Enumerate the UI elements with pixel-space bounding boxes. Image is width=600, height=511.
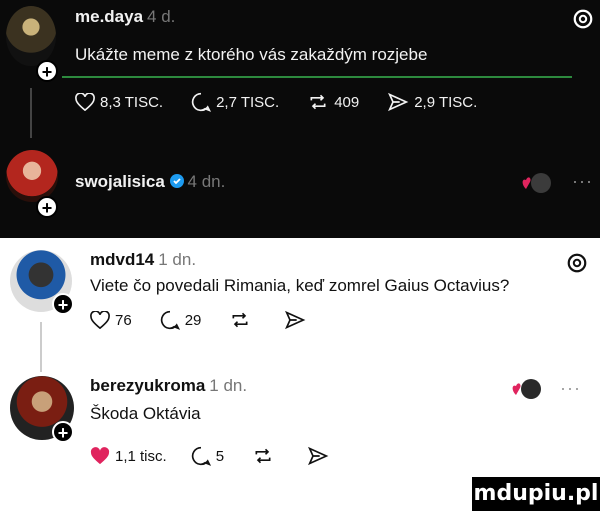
- username-text: berezyukroma: [90, 376, 206, 395]
- username-text: swojalisica: [75, 172, 165, 191]
- follow-plus-icon[interactable]: +: [36, 60, 58, 82]
- avatar[interactable]: [6, 150, 58, 202]
- username[interactable]: swojalisica 4 dn.: [75, 172, 225, 192]
- like-button[interactable]: 8,3 TISC.: [75, 93, 163, 111]
- threads-logo-icon[interactable]: [572, 8, 594, 30]
- repost-button[interactable]: 409: [307, 92, 359, 112]
- repost-button[interactable]: [229, 310, 256, 330]
- share-icon: [285, 310, 306, 330]
- thread-line: [30, 88, 32, 138]
- like-count: 1,1 tisc.: [115, 447, 167, 465]
- heart-filled-icon: [90, 447, 110, 465]
- share-button[interactable]: [284, 310, 311, 330]
- timestamp: 1 dn.: [158, 250, 197, 269]
- share-icon: [388, 92, 409, 112]
- comment-icon: [191, 92, 212, 112]
- timestamp: 4 dn.: [187, 172, 226, 191]
- comment-icon: [191, 446, 211, 466]
- more-icon[interactable]: ···: [572, 171, 593, 192]
- post-text: Ukážte meme z ktorého vás zakaždým rozje…: [75, 45, 428, 64]
- repost-button[interactable]: [252, 446, 279, 466]
- follow-plus-icon[interactable]: +: [52, 421, 74, 443]
- reply-count: 5: [215, 447, 225, 465]
- dark-thread-section: + me.daya 4 d. Ukážte meme z ktorého vás …: [0, 0, 600, 238]
- like-count: 76: [115, 311, 132, 329]
- liked-by-avatar-icon: [512, 379, 541, 399]
- watermark: mdupiu.pl: [472, 477, 600, 511]
- more-icon[interactable]: ···: [560, 378, 581, 399]
- username-text: me.daya: [75, 7, 144, 26]
- like-button[interactable]: 1,1 tisc.: [90, 447, 167, 465]
- reply-button[interactable]: 5: [191, 446, 224, 466]
- reply-count: 2,7 TISC.: [216, 93, 280, 111]
- post-text: Škoda Oktávia: [90, 404, 201, 423]
- divider: [62, 76, 572, 78]
- avatar[interactable]: [6, 6, 56, 66]
- verified-icon: [169, 174, 184, 188]
- share-count: 2,9 TISC.: [414, 93, 478, 111]
- share-button[interactable]: [307, 446, 334, 466]
- heart-icon: [90, 311, 110, 329]
- repost-icon: [255, 448, 271, 464]
- reply-count: 29: [184, 311, 202, 329]
- post-text: Viete čo povedali Rimania, keď zomrel Ga…: [90, 276, 510, 295]
- timestamp: 1 dn.: [209, 376, 248, 395]
- repost-icon: [232, 312, 248, 328]
- username[interactable]: mdvd14 1 dn.: [90, 250, 196, 270]
- post-stats: 76 29: [90, 310, 339, 330]
- post-stats: 8,3 TISC. 2,7 TISC. 409 2,9 TISC.: [75, 92, 505, 112]
- light-thread-section: + mdvd14 1 dn. Viete čo povedali Rimania,…: [0, 238, 600, 511]
- share-icon: [308, 446, 329, 466]
- timestamp: 4 d.: [147, 7, 176, 26]
- heart-icon: [75, 93, 95, 111]
- repost-count: 409: [334, 93, 360, 111]
- username-text: mdvd14: [90, 250, 155, 269]
- share-button[interactable]: 2,9 TISC.: [387, 92, 477, 112]
- comment-icon: [160, 310, 180, 330]
- follow-plus-icon[interactable]: +: [36, 196, 58, 218]
- follow-plus-icon[interactable]: +: [52, 293, 74, 315]
- username[interactable]: me.daya 4 d.: [75, 7, 175, 27]
- post-stats: 1,1 tisc. 5: [90, 446, 362, 466]
- like-button[interactable]: 76: [90, 311, 132, 329]
- threads-logo-icon[interactable]: [566, 252, 588, 274]
- reply-button[interactable]: 29: [160, 310, 202, 330]
- like-count: 8,3 TISC.: [100, 93, 164, 111]
- reply-button[interactable]: 2,7 TISC.: [191, 92, 279, 112]
- repost-icon: [310, 94, 326, 110]
- username[interactable]: berezyukroma 1 dn.: [90, 376, 247, 396]
- liked-by-avatar-icon: [522, 173, 551, 193]
- thread-line: [40, 322, 42, 372]
